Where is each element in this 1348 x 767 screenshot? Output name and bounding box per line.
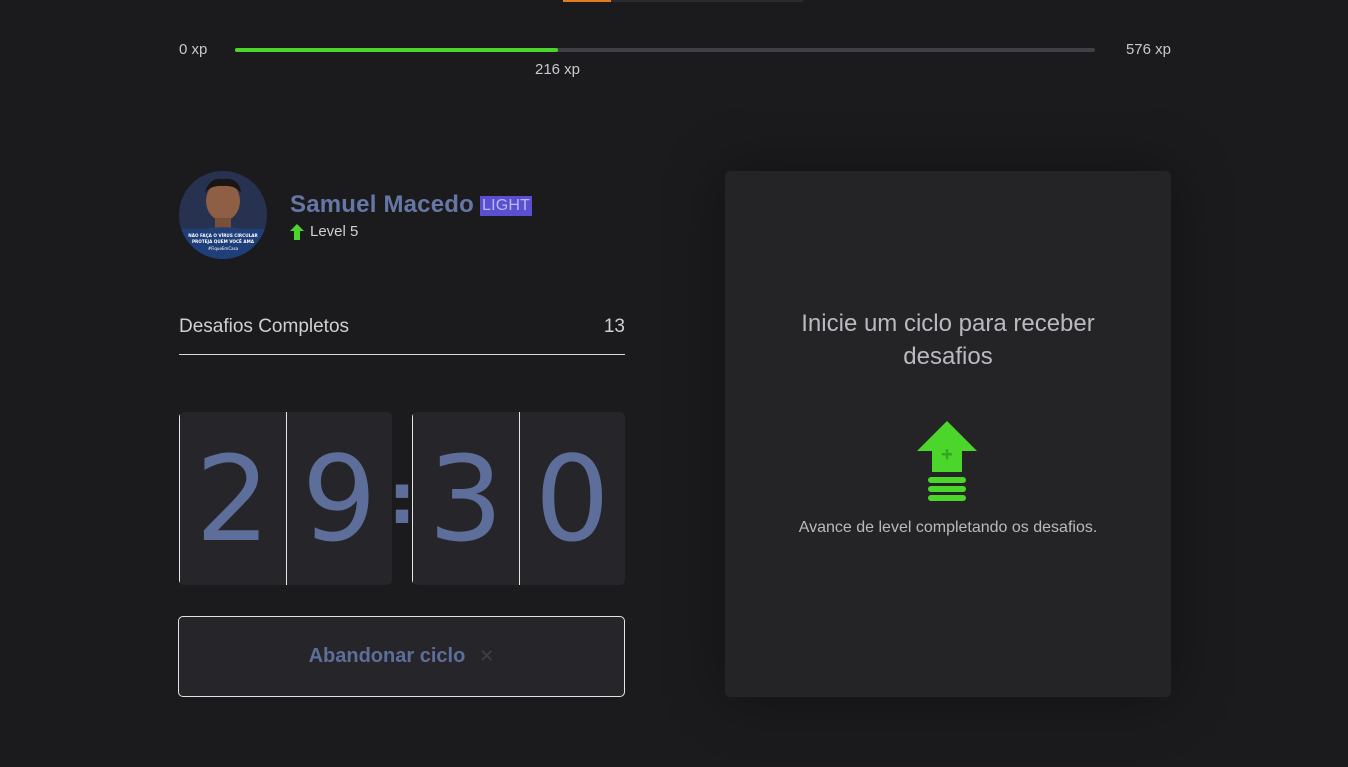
- completed-challenges-label: Desafios Completos: [179, 316, 350, 337]
- avatar-caption-line-3: #FiqueEmCasa: [208, 246, 239, 251]
- countdown: 2 9 : 3 0: [179, 412, 625, 585]
- countdown-separator: :: [388, 457, 416, 540]
- countdown-second-ones: 0: [518, 412, 626, 585]
- completed-challenges: Desafios Completos 13: [179, 312, 625, 355]
- xp-max-label: 576 xp: [1125, 41, 1171, 58]
- avatar-caption-line-1: NÃO FAÇA O VÍRUS CIRCULAR: [188, 233, 258, 238]
- challenge-box-title: Inicie um ciclo para receber desafios: [801, 310, 1095, 370]
- countdown-minute-tens: 2: [179, 412, 286, 585]
- profile-badge: LIGHT: [480, 196, 533, 216]
- profile-name-row: Samuel Macedo LIGHT: [290, 191, 533, 219]
- level-up-icon: [917, 421, 977, 501]
- countdown-minute-ones: 9: [285, 412, 393, 585]
- profile: NÃO FAÇA O VÍRUS CIRCULAR PROTEJA QUEM V…: [179, 171, 625, 259]
- countdown-second-tens: 3: [412, 412, 519, 585]
- top-progress-accent-fill: [563, 0, 611, 2]
- xp-track: [235, 48, 1095, 52]
- countdown-seconds: 3 0: [412, 412, 625, 585]
- top-progress-accent: [563, 0, 803, 2]
- xp-min-label: 0 xp: [179, 41, 208, 58]
- abandon-cycle-button[interactable]: Abandonar ciclo ✕: [178, 616, 625, 697]
- close-icon: ✕: [479, 646, 495, 666]
- countdown-minutes: 2 9: [179, 412, 392, 585]
- abandon-cycle-label: Abandonar ciclo: [308, 645, 466, 667]
- profile-level: Level 5: [290, 223, 532, 240]
- xp-current-label: 216 xp: [534, 61, 581, 78]
- avatar: NÃO FAÇA O VÍRUS CIRCULAR PROTEJA QUEM V…: [179, 171, 267, 259]
- profile-name: Samuel Macedo: [290, 191, 474, 218]
- avatar-caption-line-2: PROTEJA QUEM VOCÊ AMA: [192, 239, 255, 244]
- xp-fill: [235, 48, 558, 52]
- completed-challenges-value: 13: [603, 316, 625, 337]
- challenge-box-text: Avance de level completando os desafios.: [798, 519, 1098, 536]
- avatar-photo: NÃO FAÇA O VÍRUS CIRCULAR PROTEJA QUEM V…: [179, 171, 267, 259]
- level-up-arrow-icon: [290, 223, 304, 240]
- profile-info: Samuel Macedo LIGHT Level 5: [290, 191, 533, 240]
- profile-level-label: Level 5: [310, 223, 359, 240]
- experience-bar: 0 xp 216 xp 576 xp: [179, 36, 1171, 86]
- challenge-box: Inicie um ciclo para receber desafios Av…: [725, 171, 1171, 697]
